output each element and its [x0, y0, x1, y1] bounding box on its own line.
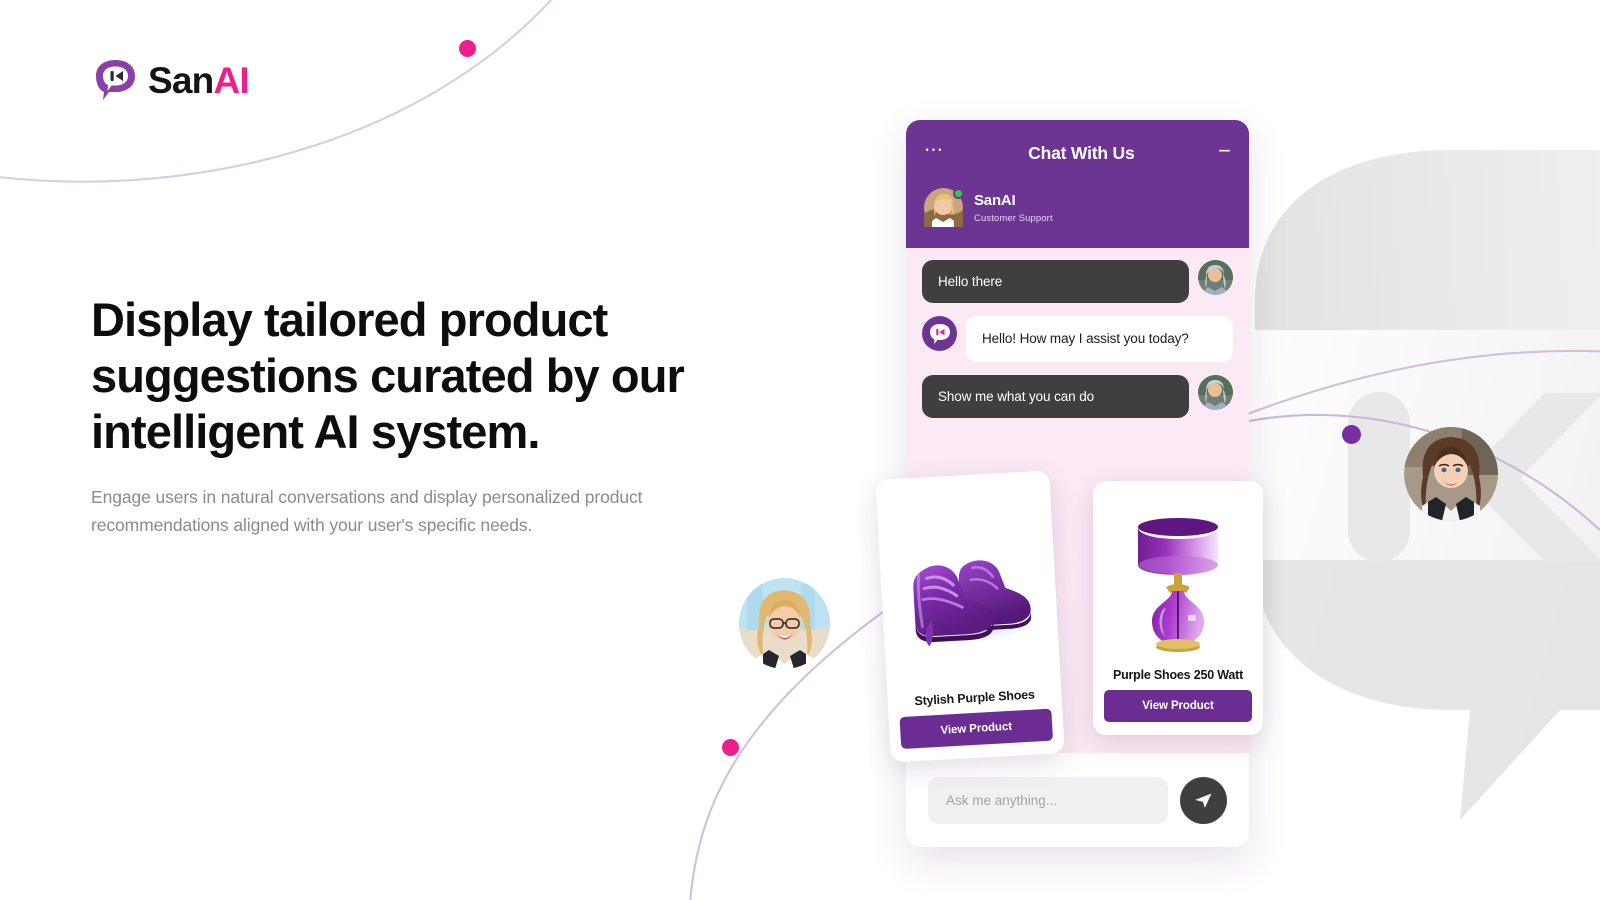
chat-message-user: Show me what you can do [922, 375, 1233, 419]
view-product-button[interactable]: View Product [1104, 690, 1252, 722]
brand-name-part1: San [148, 59, 214, 101]
agent-role: Customer Support [974, 212, 1053, 224]
page-root: SanAI Display tailored product suggestio… [0, 0, 1600, 900]
more-options-icon[interactable]: ⋯ [924, 141, 945, 160]
product-card-list: Stylish Purple Shoes View Product Purple… [869, 470, 1263, 763]
decor-pink-dot-top [459, 40, 476, 57]
agent-text-block: SanAI Customer Support [974, 192, 1053, 224]
chat-message-user: Hello there [922, 260, 1233, 303]
hero-subtitle: Engage users in natural conversations an… [91, 486, 643, 536]
purple-table-lamp-image [1093, 481, 1263, 668]
agent-avatar [924, 188, 964, 227]
send-button[interactable] [1180, 776, 1227, 824]
message-bubble: Hello there [922, 260, 1189, 303]
decor-curve-top-left [0, 0, 553, 183]
chat-messages: Hello there Hello! How may I assist you … [906, 248, 1249, 419]
chat-widget-header: ⋯ Chat With Us − SanAI Customer Support [906, 120, 1249, 248]
bot-logo-avatar [922, 316, 957, 351]
agent-name: SanAI [974, 191, 1016, 209]
floating-avatar-woman-glasses [739, 578, 830, 669]
chat-widget: ⋯ Chat With Us − SanAI Customer Support … [875, 120, 1263, 847]
user-avatar [1198, 375, 1233, 411]
purple-sneakers-image [875, 470, 1061, 695]
message-input[interactable] [928, 776, 1168, 824]
page-title: Display tailored product suggestions cur… [91, 293, 685, 458]
brand-name-part2: AI [213, 59, 249, 101]
brand-logo-text: SanAI [148, 59, 250, 101]
user-avatar [1198, 260, 1233, 295]
product-card[interactable]: Purple Shoes 250 Watt View Product [1093, 481, 1263, 735]
status-online-dot [953, 188, 964, 199]
chat-composer [906, 753, 1249, 847]
send-paper-plane-icon [1193, 790, 1214, 811]
brand-logo[interactable]: SanAI [92, 58, 250, 102]
chat-message-bot: Hello! How may I assist you today? [922, 316, 1233, 363]
message-bubble: Hello! How may I assist you today? [966, 316, 1233, 363]
chat-widget-topbar: ⋯ Chat With Us − [924, 120, 1231, 186]
hero-copy: Display tailored product suggestions cur… [91, 292, 731, 540]
minimize-icon[interactable]: − [1218, 140, 1231, 162]
decor-pink-dot-bottom [722, 739, 739, 756]
product-title: Purple Shoes 250 Watt [1112, 668, 1244, 682]
agent-info: SanAI Customer Support [924, 188, 1231, 227]
sanai-bubble-logo-icon [92, 58, 139, 102]
floating-avatar-woman-brunette [1404, 427, 1498, 521]
message-bubble: Show me what you can do [922, 375, 1189, 419]
decor-purple-dot-right [1342, 425, 1361, 444]
chat-widget-title: Chat With Us [1028, 142, 1135, 163]
product-card[interactable]: Stylish Purple Shoes View Product [875, 470, 1065, 763]
